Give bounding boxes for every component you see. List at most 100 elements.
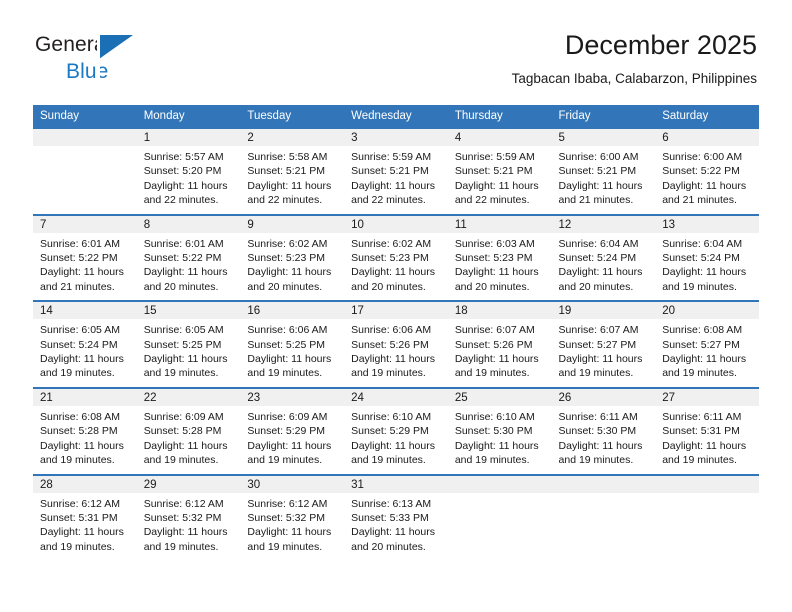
calendar-day-cell[interactable]: 5 Sunrise: 6:00 AM Sunset: 5:21 PM Daylight… [551, 127, 656, 215]
day-number [551, 475, 656, 493]
daylight-text: and 19 minutes. [351, 454, 426, 467]
daylight-text: and 20 minutes. [143, 280, 219, 293]
daylight-text: Daylight: 11 hours [40, 526, 124, 539]
day-number: 28 [33, 475, 137, 493]
daylight-text: Daylight: 11 hours [247, 439, 332, 452]
day-details: Sunrise: 6:06 AM Sunset: 5:26 PM Daylight:… [344, 319, 448, 387]
daylight-text: Daylight: 11 hours [454, 179, 539, 192]
calendar-day-cell[interactable]: 2 Sunrise: 5:58 AM Sunset: 5:21 PM Daylight… [240, 127, 345, 215]
logo-triangle-icon [99, 35, 133, 59]
daylight-text: Daylight: 11 hours [558, 439, 643, 452]
daylight-text: and 22 minutes. [143, 194, 219, 207]
calendar-day-cell[interactable]: 25 Sunrise: 6:10 AM Sunset: 5:30 PM Dayligh… [447, 386, 552, 475]
day-number [447, 475, 552, 493]
calendar-day-cell[interactable]: 21 Sunrise: 6:08 AM Sunset: 5:28 PM Dayligh… [33, 386, 137, 475]
weekday-header-wednesday: Wednesday [344, 105, 448, 128]
day-details: Sunrise: 6:10 AM Sunset: 5:30 PM Daylight:… [448, 406, 552, 474]
daylight-text: and 19 minutes. [40, 454, 115, 467]
daylight-text: Daylight: 11 hours [351, 179, 435, 192]
daylight-text: and 20 minutes. [558, 280, 634, 293]
calendar-page: General Blue December 2025 Tagbacan Ibab… [0, 0, 792, 612]
daylight-text: and 19 minutes. [454, 367, 530, 380]
calendar-day-cell[interactable]: 27 Sunrise: 6:11 AM Sunset: 5:31 PM Dayligh… [655, 386, 759, 475]
daylight-text: and 19 minutes. [143, 367, 219, 380]
sunrise-text: Sunrise: 6:04 AM [558, 237, 639, 250]
daylight-text: Daylight: 11 hours [40, 439, 124, 452]
calendar-day-cell[interactable]: 17 Sunrise: 6:06 AM Sunset: 5:26 PM Dayligh… [344, 300, 448, 388]
calendar-day-cell[interactable]: 13 Sunrise: 6:04 AM Sunset: 5:24 PM Dayligh… [655, 213, 759, 302]
day-details: Sunrise: 5:59 AM Sunset: 5:21 PM Daylight:… [344, 146, 448, 214]
calendar-day-cell[interactable]: 6 Sunrise: 6:00 AM Sunset: 5:22 PM Daylight… [655, 127, 759, 215]
daylight-text: Daylight: 11 hours [351, 439, 435, 452]
day-details: Sunrise: 6:00 AM Sunset: 5:21 PM Daylight:… [552, 146, 656, 214]
day-number: 15 [136, 302, 241, 320]
sunrise-text: Sunrise: 6:06 AM [351, 324, 432, 337]
sunrise-text: Sunrise: 6:00 AM [662, 151, 743, 163]
calendar-grid: Sunday Monday Tuesday Wednesday Thursday… [33, 105, 759, 561]
day-number [33, 129, 137, 146]
sunset-text: Sunset: 5:21 PM [247, 165, 326, 178]
daylight-text: Daylight: 11 hours [662, 439, 747, 452]
calendar-day-cell[interactable]: 22 Sunrise: 6:09 AM Sunset: 5:28 PM Dayligh… [136, 386, 241, 475]
daylight-text: Daylight: 11 hours [662, 353, 747, 366]
calendar-day-cell[interactable]: 9 Sunrise: 6:02 AM Sunset: 5:23 PM Daylight… [240, 213, 345, 302]
calendar-day-cell[interactable]: 11 Sunrise: 6:03 AM Sunset: 5:23 PM Dayligh… [447, 213, 552, 302]
daylight-text: and 19 minutes. [662, 367, 737, 380]
calendar-day-cell[interactable]: 7 Sunrise: 6:01 AM Sunset: 5:22 PM Daylight… [33, 213, 137, 302]
day-details [448, 493, 552, 556]
daylight-text: and 19 minutes. [351, 367, 426, 380]
daylight-text: Daylight: 11 hours [143, 266, 228, 279]
logo-general-blue[interactable]: General Blue [35, 34, 245, 92]
sunset-text: Sunset: 5:20 PM [143, 165, 222, 178]
sunrise-text: Sunrise: 6:08 AM [40, 410, 120, 423]
page-header: General Blue December 2025 Tagbacan Ibab… [35, 28, 757, 98]
sunset-text: Sunset: 5:31 PM [40, 511, 118, 524]
calendar-day-cell[interactable]: 24 Sunrise: 6:10 AM Sunset: 5:29 PM Dayligh… [344, 386, 448, 475]
sunrise-text: Sunrise: 6:04 AM [662, 237, 743, 250]
page-subtitle: Tagbacan Ibaba, Calabarzon, Philippines [511, 71, 757, 86]
calendar-day-cell[interactable]: 10 Sunrise: 6:02 AM Sunset: 5:23 PM Dayligh… [344, 213, 448, 302]
calendar-day-cell[interactable]: 3 Sunrise: 5:59 AM Sunset: 5:21 PM Daylight… [344, 127, 448, 215]
daylight-text: and 19 minutes. [247, 540, 323, 553]
sunset-text: Sunset: 5:30 PM [454, 425, 533, 438]
day-details: Sunrise: 6:09 AM Sunset: 5:29 PM Daylight:… [240, 406, 344, 474]
calendar-day-cell[interactable]: 19 Sunrise: 6:07 AM Sunset: 5:27 PM Dayligh… [551, 300, 656, 388]
day-number: 24 [344, 388, 448, 406]
calendar-day-cell[interactable]: 20 Sunrise: 6:08 AM Sunset: 5:27 PM Dayligh… [655, 300, 759, 388]
calendar-day-cell[interactable]: 28 Sunrise: 6:12 AM Sunset: 5:31 PM Dayligh… [33, 473, 137, 561]
sunset-text: Sunset: 5:27 PM [558, 338, 637, 351]
daylight-text: and 19 minutes. [558, 454, 634, 467]
sunset-text: Sunset: 5:28 PM [40, 425, 118, 438]
calendar-day-cell[interactable]: 8 Sunrise: 6:01 AM Sunset: 5:22 PM Daylight… [136, 213, 241, 302]
day-number: 20 [655, 302, 759, 320]
day-details: Sunrise: 6:07 AM Sunset: 5:26 PM Daylight:… [448, 319, 552, 387]
day-details: Sunrise: 5:57 AM Sunset: 5:20 PM Daylight:… [137, 146, 241, 214]
calendar-day-cell[interactable]: 14 Sunrise: 6:05 AM Sunset: 5:24 PM Dayligh… [33, 300, 137, 388]
calendar-day-cell[interactable]: 16 Sunrise: 6:06 AM Sunset: 5:25 PM Dayligh… [240, 300, 345, 388]
calendar-day-cell[interactable]: 23 Sunrise: 6:09 AM Sunset: 5:29 PM Dayligh… [240, 386, 345, 475]
sunrise-text: Sunrise: 6:10 AM [351, 410, 432, 423]
calendar-day-cell[interactable]: 30 Sunrise: 6:12 AM Sunset: 5:32 PM Dayligh… [240, 473, 345, 561]
calendar-day-cell[interactable]: 29 Sunrise: 6:12 AM Sunset: 5:32 PM Dayligh… [136, 473, 241, 561]
calendar-day-cell[interactable]: 26 Sunrise: 6:11 AM Sunset: 5:30 PM Dayligh… [551, 386, 656, 475]
daylight-text: Daylight: 11 hours [247, 526, 332, 539]
calendar-day-cell[interactable]: 4 Sunrise: 5:59 AM Sunset: 5:21 PM Daylight… [447, 127, 552, 215]
day-details: Sunrise: 6:04 AM Sunset: 5:24 PM Daylight:… [552, 233, 656, 301]
sunrise-text: Sunrise: 6:11 AM [662, 410, 742, 423]
day-details: Sunrise: 6:04 AM Sunset: 5:24 PM Daylight:… [655, 233, 759, 301]
calendar-day-cell[interactable]: 18 Sunrise: 6:07 AM Sunset: 5:26 PM Dayligh… [447, 300, 552, 388]
day-details: Sunrise: 5:59 AM Sunset: 5:21 PM Daylight:… [448, 146, 552, 214]
calendar-day-cell[interactable]: 12 Sunrise: 6:04 AM Sunset: 5:24 PM Dayligh… [551, 213, 656, 302]
sunrise-text: Sunrise: 5:57 AM [143, 151, 224, 163]
calendar-day-cell[interactable]: 1 Sunrise: 5:57 AM Sunset: 5:20 PM Daylight… [136, 127, 241, 215]
day-number: 22 [136, 388, 241, 406]
day-details: Sunrise: 6:03 AM Sunset: 5:23 PM Daylight:… [448, 233, 552, 301]
day-details: Sunrise: 6:02 AM Sunset: 5:23 PM Daylight:… [344, 233, 448, 301]
day-number: 16 [240, 302, 345, 320]
calendar-day-cell[interactable]: 15 Sunrise: 6:05 AM Sunset: 5:25 PM Dayligh… [136, 300, 241, 388]
sunset-text: Sunset: 5:23 PM [247, 252, 326, 265]
calendar-day-cell[interactable]: 31 Sunrise: 6:13 AM Sunset: 5:33 PM Dayligh… [344, 473, 448, 561]
sunset-text: Sunset: 5:33 PM [351, 511, 429, 524]
sunrise-text: Sunrise: 6:01 AM [143, 237, 224, 250]
day-number: 21 [33, 388, 137, 406]
